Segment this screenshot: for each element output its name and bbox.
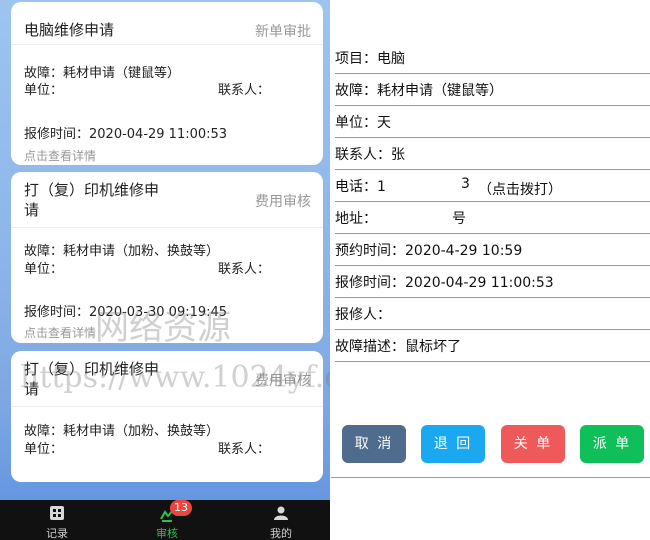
bottom-tab-bar: 记录 13 审核 我的 [0, 500, 330, 540]
report-time-text: 报修时间：2020-04-29 11:00:53 [335, 275, 554, 291]
detail-fault: 故障：耗材申请（键鼠等） [335, 74, 650, 106]
tab-mine-label: 我的 [270, 527, 292, 540]
repair-card-1[interactable]: 电脑维修申请 新单审批 故障：耗材申请（键鼠等） 单位： 联系人： 报修时间：2… [11, 2, 323, 165]
card-contact: 联系人： [218, 262, 271, 277]
close-order-button[interactable]: 关 单 [501, 425, 565, 463]
card-unit: 单位： [24, 262, 64, 277]
card-status: 费用审核 [255, 194, 311, 210]
tab-review[interactable]: 13 审核 [112, 500, 222, 540]
detail-address: 地址： 号 [335, 202, 650, 234]
return-button[interactable]: 退 回 [421, 425, 485, 463]
watermark-url: https://www.1024yf.cn [20, 360, 330, 395]
detail-phone[interactable]: 电话：1 3 （点击拨打） [335, 170, 650, 202]
reporter-text: 报修人： [335, 307, 391, 323]
card-status: 新单审批 [255, 24, 311, 40]
mobile-list-panel: 电脑维修申请 新单审批 故障：耗材申请（键鼠等） 单位： 联系人： 报修时间：2… [0, 0, 330, 540]
fault-text: 故障：耗材申请（键鼠等） [335, 83, 503, 99]
cancel-button[interactable]: 取 消 [342, 425, 406, 463]
phone-tail: 3 [461, 176, 470, 192]
tab-records[interactable]: 记录 [2, 500, 112, 540]
description-text: 故障描述：鼠标坏了 [335, 339, 461, 355]
card-fault: 故障：耗材申请（加粉、换鼓等） [24, 244, 220, 259]
detail-reporter: 报修人： [335, 298, 650, 330]
appointment-text: 预约时间：2020-4-29 10:59 [335, 243, 523, 259]
card-contact: 联系人： [218, 83, 271, 98]
grid-icon [50, 506, 64, 520]
card-header: 电脑维修申请 新单审批 [11, 2, 323, 45]
card-detail-link[interactable]: 点击查看详情 [24, 324, 96, 341]
detail-project: 项目：电脑 [335, 42, 650, 74]
detail-panel: 项目：电脑 故障：耗材申请（键鼠等） 单位：天 联系人：张 电话：1 3 （点击… [331, 0, 650, 540]
detail-appointment: 预约时间：2020-4-29 10:59 [335, 234, 650, 266]
watermark-cn: 网络资源 [95, 308, 231, 348]
card-header: 打（复）印机维修申 请 费用审核 [11, 172, 323, 228]
user-icon [274, 506, 288, 520]
tab-records-label: 记录 [46, 527, 68, 540]
call-hint[interactable]: （点击拨打） [478, 179, 562, 199]
card-unit: 单位： [24, 83, 64, 98]
phone-text: 电话：1 [335, 179, 386, 195]
card-detail-link[interactable]: 点击查看详情 [24, 147, 96, 164]
tab-review-label: 审核 [156, 527, 178, 540]
detail-description: 故障描述：鼠标坏了 [335, 330, 650, 362]
detail-contact: 联系人：张 [335, 138, 650, 170]
card-fault: 故障：耗材申请（加粉、换鼓等） [24, 424, 220, 439]
review-count-badge: 13 [170, 500, 192, 516]
tab-mine[interactable]: 我的 [226, 500, 330, 540]
card-title-line1: 打（复）印机维修申 [24, 181, 160, 199]
card-title: 电脑维修申请 [24, 21, 115, 39]
card-contact: 联系人： [218, 442, 271, 457]
card-unit: 单位： [24, 442, 64, 457]
unit-text: 单位：天 [335, 115, 391, 131]
address-text: 地址： [335, 211, 377, 227]
address-tail: 号 [452, 211, 466, 227]
contact-text: 联系人：张 [335, 147, 405, 163]
detail-report-time: 报修时间：2020-04-29 11:00:53 [335, 266, 650, 298]
card-title-line2: 请 [24, 201, 40, 219]
card-report-time: 报修时间：2020-04-29 11:00:53 [24, 127, 228, 142]
bottom-divider [331, 477, 650, 478]
dispatch-button[interactable]: 派 单 [580, 425, 644, 463]
project-text: 项目：电脑 [335, 51, 405, 67]
detail-unit: 单位：天 [335, 106, 650, 138]
